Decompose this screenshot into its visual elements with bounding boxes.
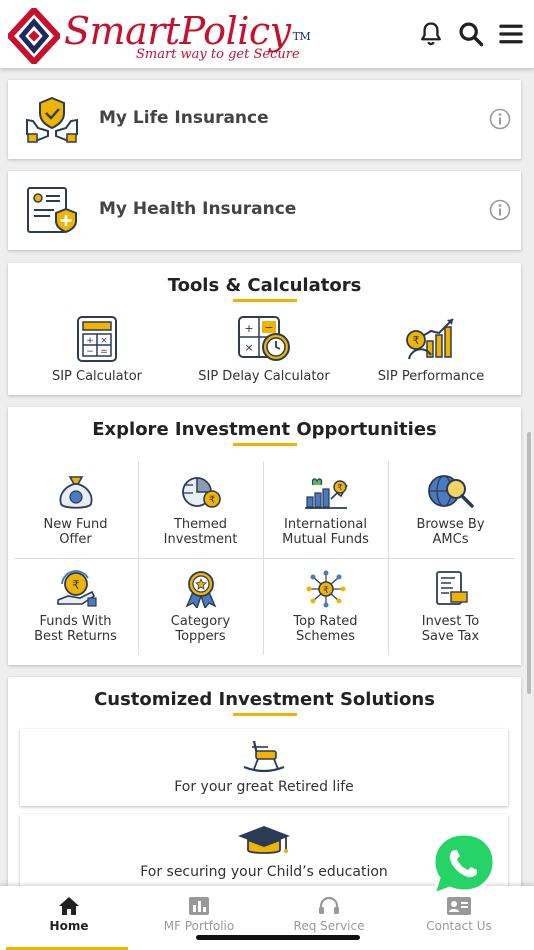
svg-text:₹: ₹ [337,483,342,492]
svg-text:₹: ₹ [413,334,420,347]
rupee-network-icon: ₹ [306,570,345,608]
hamburger-menu-icon[interactable] [497,20,525,48]
retired-life-label: For your great Retired life [174,779,354,795]
whatsapp-icon[interactable] [428,832,500,896]
international-mutual-funds-item[interactable]: ₹ International Mutual Funds [263,461,388,558]
svg-text:+: + [86,336,94,346]
svg-text:−: − [264,321,273,334]
portfolio-chart-icon [189,897,209,915]
delay-calculator-clock-icon: + − × [238,316,290,361]
explore-investment-section: Explore Investment Opportunities New Fun… [8,407,521,665]
svg-text:+: + [244,322,253,335]
tools-calculators-section: Tools & Calculators + × − = SIP Calculat… [8,263,521,395]
health-insurance-card[interactable]: My Health Insurance [8,171,521,250]
invest-save-tax-line2: Save Tax [421,629,480,644]
browse-by-amcs-line1: Browse By [416,517,485,532]
sip-delay-calculator-tool[interactable]: + − × SIP Delay Calculator [188,315,340,384]
new-fund-offer-line2: Offer [59,532,92,547]
calculator-icon: + × − = [77,316,117,362]
nav-mf-portfolio[interactable]: MF Portfolio [134,886,264,950]
health-insurance-document-icon [27,187,77,234]
sip-performance-tool[interactable]: ₹ SIP Performance [366,315,496,384]
international-mutual-funds-line1: International [284,517,367,532]
logo-diamond-icon [8,8,60,64]
growth-plant-chart-icon: ₹ [304,478,348,509]
browse-by-amcs-item[interactable]: Browse By AMCs [388,461,513,558]
top-rated-schemes-line2: Schemes [295,629,356,644]
top-rated-schemes-item[interactable]: ₹ Top Rated Schemes [263,558,388,655]
category-toppers-item[interactable]: Category Toppers [138,558,263,655]
search-icon[interactable] [457,20,485,48]
new-fund-offer-line1: New Fund [43,517,108,532]
graduation-cap-icon [238,826,290,854]
category-toppers-line1: Category [170,614,231,629]
nav-contact-us-label: Contact Us [426,919,492,933]
svg-text:₹: ₹ [323,586,329,596]
health-insurance-title: My Health Insurance [99,199,297,219]
nav-req-service-label: Req Service [293,919,365,933]
life-insurance-card[interactable]: My Life Insurance [8,80,521,159]
retired-life-card[interactable]: For your great Retired life [20,729,508,806]
category-toppers-line2: Toppers [175,629,226,644]
new-fund-offer-item[interactable]: New Fund Offer [13,461,138,558]
info-icon[interactable] [489,108,511,130]
scrollbar[interactable] [527,432,531,694]
themed-investment-line2: Investment [163,532,238,547]
trademark: TM [292,30,311,43]
funds-best-returns-line1: Funds With [39,614,112,629]
brand-name: SmartPolicy TM [64,9,311,53]
svg-text:×: × [100,336,108,346]
funds-best-returns-line2: Best Returns [34,629,117,644]
bell-icon[interactable] [417,20,445,48]
themed-investment-line1: Themed [173,517,228,532]
contact-card-icon [447,897,471,915]
section-underline [232,299,297,302]
svg-text:−: − [86,347,94,357]
invest-save-tax-line1: Invest To [421,614,480,629]
svg-text:×: × [244,341,253,354]
nav-mf-portfolio-label: MF Portfolio [163,919,235,933]
svg-text:=: = [100,347,108,357]
solutions-section-title: Customized Investment Solutions [94,689,435,710]
rocking-chair-icon [243,740,285,773]
sip-calculator-label: SIP Calculator [51,369,143,384]
svg-text:₹: ₹ [208,495,214,506]
invest-save-tax-item[interactable]: Invest To Save Tax [388,558,513,655]
sip-performance-label: SIP Performance [377,369,485,384]
sip-delay-calculator-label: SIP Delay Calculator [198,369,330,384]
smartpolicy-logo[interactable]: SmartPolicy TM Smart way to get Secure [8,6,311,66]
life-insurance-title: My Life Insurance [99,108,269,128]
home-icon [59,897,79,915]
performance-chart-icon: ₹ [406,318,454,360]
home-indicator [196,935,360,940]
section-underline [232,713,297,716]
explore-section-title: Explore Investment Opportunities [92,419,437,440]
nav-req-service[interactable]: Req Service [264,886,394,950]
funds-best-returns-item[interactable]: ₹ Funds With Best Returns [13,558,138,655]
nav-home[interactable]: Home [4,886,134,950]
money-bag-icon [59,476,92,509]
tax-document-icon [435,571,468,605]
themed-investment-item[interactable]: ₹ Themed Investment [138,461,263,558]
brand-tagline: Smart way to get Secure [136,47,300,62]
app-header: SmartPolicy TM Smart way to get Secure [0,0,534,68]
globe-magnifier-icon [427,475,474,508]
top-rated-schemes-line1: Top Rated [293,614,358,629]
hand-coin-returns-icon: ₹ [56,570,97,607]
section-underline [232,443,297,446]
svg-text:₹: ₹ [72,578,80,592]
international-mutual-funds-line2: Mutual Funds [282,532,369,547]
award-badge-icon [185,571,216,608]
pie-chart-coin-icon: ₹ [181,477,221,508]
life-insurance-hands-shield-icon [26,96,78,143]
sip-calculator-tool[interactable]: + × − = SIP Calculator [33,315,161,384]
headset-icon [319,896,339,914]
info-icon[interactable] [489,199,511,221]
browse-by-amcs-line2: AMCs [432,532,469,547]
tools-section-title: Tools & Calculators [167,275,362,296]
nav-home-label: Home [49,919,89,933]
